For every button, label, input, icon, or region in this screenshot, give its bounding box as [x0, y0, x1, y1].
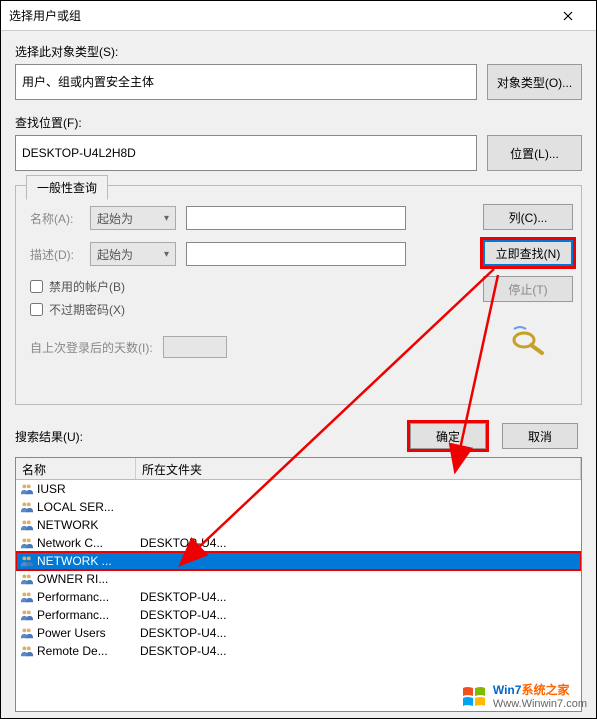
- stop-button[interactable]: 停止(T): [483, 276, 573, 302]
- search-results-label: 搜索结果(U):: [15, 428, 394, 445]
- find-icon: [508, 326, 548, 356]
- result-name-cell: NETWORK: [16, 518, 136, 532]
- location-label: 查找位置(F):: [15, 114, 582, 131]
- chevron-down-icon: ▾: [164, 249, 169, 260]
- days-since-logon-spinner[interactable]: [163, 336, 227, 358]
- columns-button[interactable]: 列(C)...: [483, 204, 573, 230]
- table-row[interactable]: Remote De...DESKTOP-U4...: [16, 642, 581, 660]
- table-row[interactable]: OWNER RI...: [16, 570, 581, 588]
- watermark-url: Www.Winwin7.com: [493, 698, 587, 711]
- result-name-cell: OWNER RI...: [16, 572, 136, 586]
- results-body: IUSRLOCAL SER...NETWORKNetwork C...DESKT…: [16, 480, 581, 711]
- titlebar: 选择用户或组: [1, 1, 596, 31]
- group-icon: [20, 554, 34, 568]
- column-header-name[interactable]: 名称: [16, 458, 136, 479]
- results-listview[interactable]: 名称 所在文件夹 IUSR LOCAL SER... NETWORK Network …: [15, 457, 582, 712]
- nonexpiring-password-label: 不过期密码(X): [49, 301, 125, 318]
- result-name-cell: Power Users: [16, 626, 136, 640]
- location-textbox[interactable]: DESKTOP-U4L2H8D: [15, 135, 477, 171]
- table-row[interactable]: Power UsersDESKTOP-U4...: [16, 624, 581, 642]
- result-name-cell: Performanc...: [16, 590, 136, 604]
- result-folder-cell: DESKTOP-U4...: [136, 626, 581, 640]
- description-input[interactable]: [186, 242, 406, 266]
- object-types-button[interactable]: 对象类型(O)...: [487, 64, 582, 100]
- object-type-row: 用户、组或内置安全主体 对象类型(O)...: [15, 64, 582, 100]
- locations-button[interactable]: 位置(L)...: [487, 135, 582, 171]
- right-button-column: 列(C)... 立即查找(N) 停止(T): [483, 204, 573, 356]
- table-row[interactable]: Performanc...DESKTOP-U4...: [16, 606, 581, 624]
- cancel-button[interactable]: 取消: [502, 423, 578, 449]
- table-row[interactable]: Performanc...DESKTOP-U4...: [16, 588, 581, 606]
- table-row[interactable]: IUSR: [16, 480, 581, 498]
- close-button[interactable]: [548, 2, 588, 30]
- group-icon: [20, 500, 34, 514]
- result-name-cell: Performanc...: [16, 608, 136, 622]
- name-match-combo[interactable]: 起始为 ▾: [90, 206, 176, 230]
- group-icon: [20, 608, 34, 622]
- description-match-combo[interactable]: 起始为 ▾: [90, 242, 176, 266]
- table-row[interactable]: NETWORK ...: [16, 552, 581, 570]
- result-folder-cell: DESKTOP-U4...: [136, 590, 581, 604]
- results-header: 名称 所在文件夹: [16, 458, 581, 480]
- find-now-button[interactable]: 立即查找(N): [483, 240, 573, 266]
- group-icon: [20, 644, 34, 658]
- table-row[interactable]: LOCAL SER...: [16, 498, 581, 516]
- column-header-folder[interactable]: 所在文件夹: [136, 458, 581, 479]
- close-icon: [563, 11, 573, 21]
- group-icon: [20, 518, 34, 532]
- dialog-content: 选择此对象类型(S): 用户、组或内置安全主体 对象类型(O)... 查找位置(…: [1, 31, 596, 718]
- object-type-textbox[interactable]: 用户、组或内置安全主体: [15, 64, 477, 100]
- windows-logo-icon: [461, 684, 487, 710]
- action-row: 搜索结果(U): 确定 取消: [15, 423, 578, 449]
- result-name-cell: IUSR: [16, 482, 136, 496]
- watermark: Win7系统之家 Www.Winwin7.com: [461, 683, 587, 711]
- ok-button[interactable]: 确定: [410, 423, 486, 449]
- table-row[interactable]: NETWORK: [16, 516, 581, 534]
- common-queries-tab[interactable]: 一般性查询: [26, 175, 108, 200]
- dialog-title: 选择用户或组: [9, 7, 548, 24]
- group-icon: [20, 482, 34, 496]
- group-icon: [20, 590, 34, 604]
- group-icon: [20, 626, 34, 640]
- result-name-cell: Remote De...: [16, 644, 136, 658]
- select-user-group-dialog: 选择用户或组 选择此对象类型(S): 用户、组或内置安全主体 对象类型(O)..…: [0, 0, 597, 719]
- description-label: 描述(D):: [30, 246, 90, 263]
- result-name-cell: NETWORK ...: [16, 554, 136, 568]
- object-type-label: 选择此对象类型(S):: [15, 43, 582, 60]
- result-name-cell: LOCAL SER...: [16, 500, 136, 514]
- result-name-cell: Network C...: [16, 536, 136, 550]
- name-input[interactable]: [186, 206, 406, 230]
- chevron-down-icon: ▾: [164, 213, 169, 224]
- group-icon: [20, 536, 34, 550]
- result-folder-cell: DESKTOP-U4...: [136, 644, 581, 658]
- nonexpiring-password-checkbox[interactable]: [30, 303, 43, 316]
- disabled-accounts-checkbox[interactable]: [30, 280, 43, 293]
- disabled-accounts-label: 禁用的帐户(B): [49, 278, 125, 295]
- name-label: 名称(A):: [30, 210, 90, 227]
- location-row: DESKTOP-U4L2H8D 位置(L)...: [15, 135, 582, 171]
- result-folder-cell: DESKTOP-U4...: [136, 536, 581, 550]
- table-row[interactable]: Network C...DESKTOP-U4...: [16, 534, 581, 552]
- result-folder-cell: DESKTOP-U4...: [136, 608, 581, 622]
- days-since-logon-label: 自上次登录后的天数(I):: [30, 339, 153, 356]
- group-icon: [20, 572, 34, 586]
- watermark-brand: Win7系统之家: [493, 683, 587, 697]
